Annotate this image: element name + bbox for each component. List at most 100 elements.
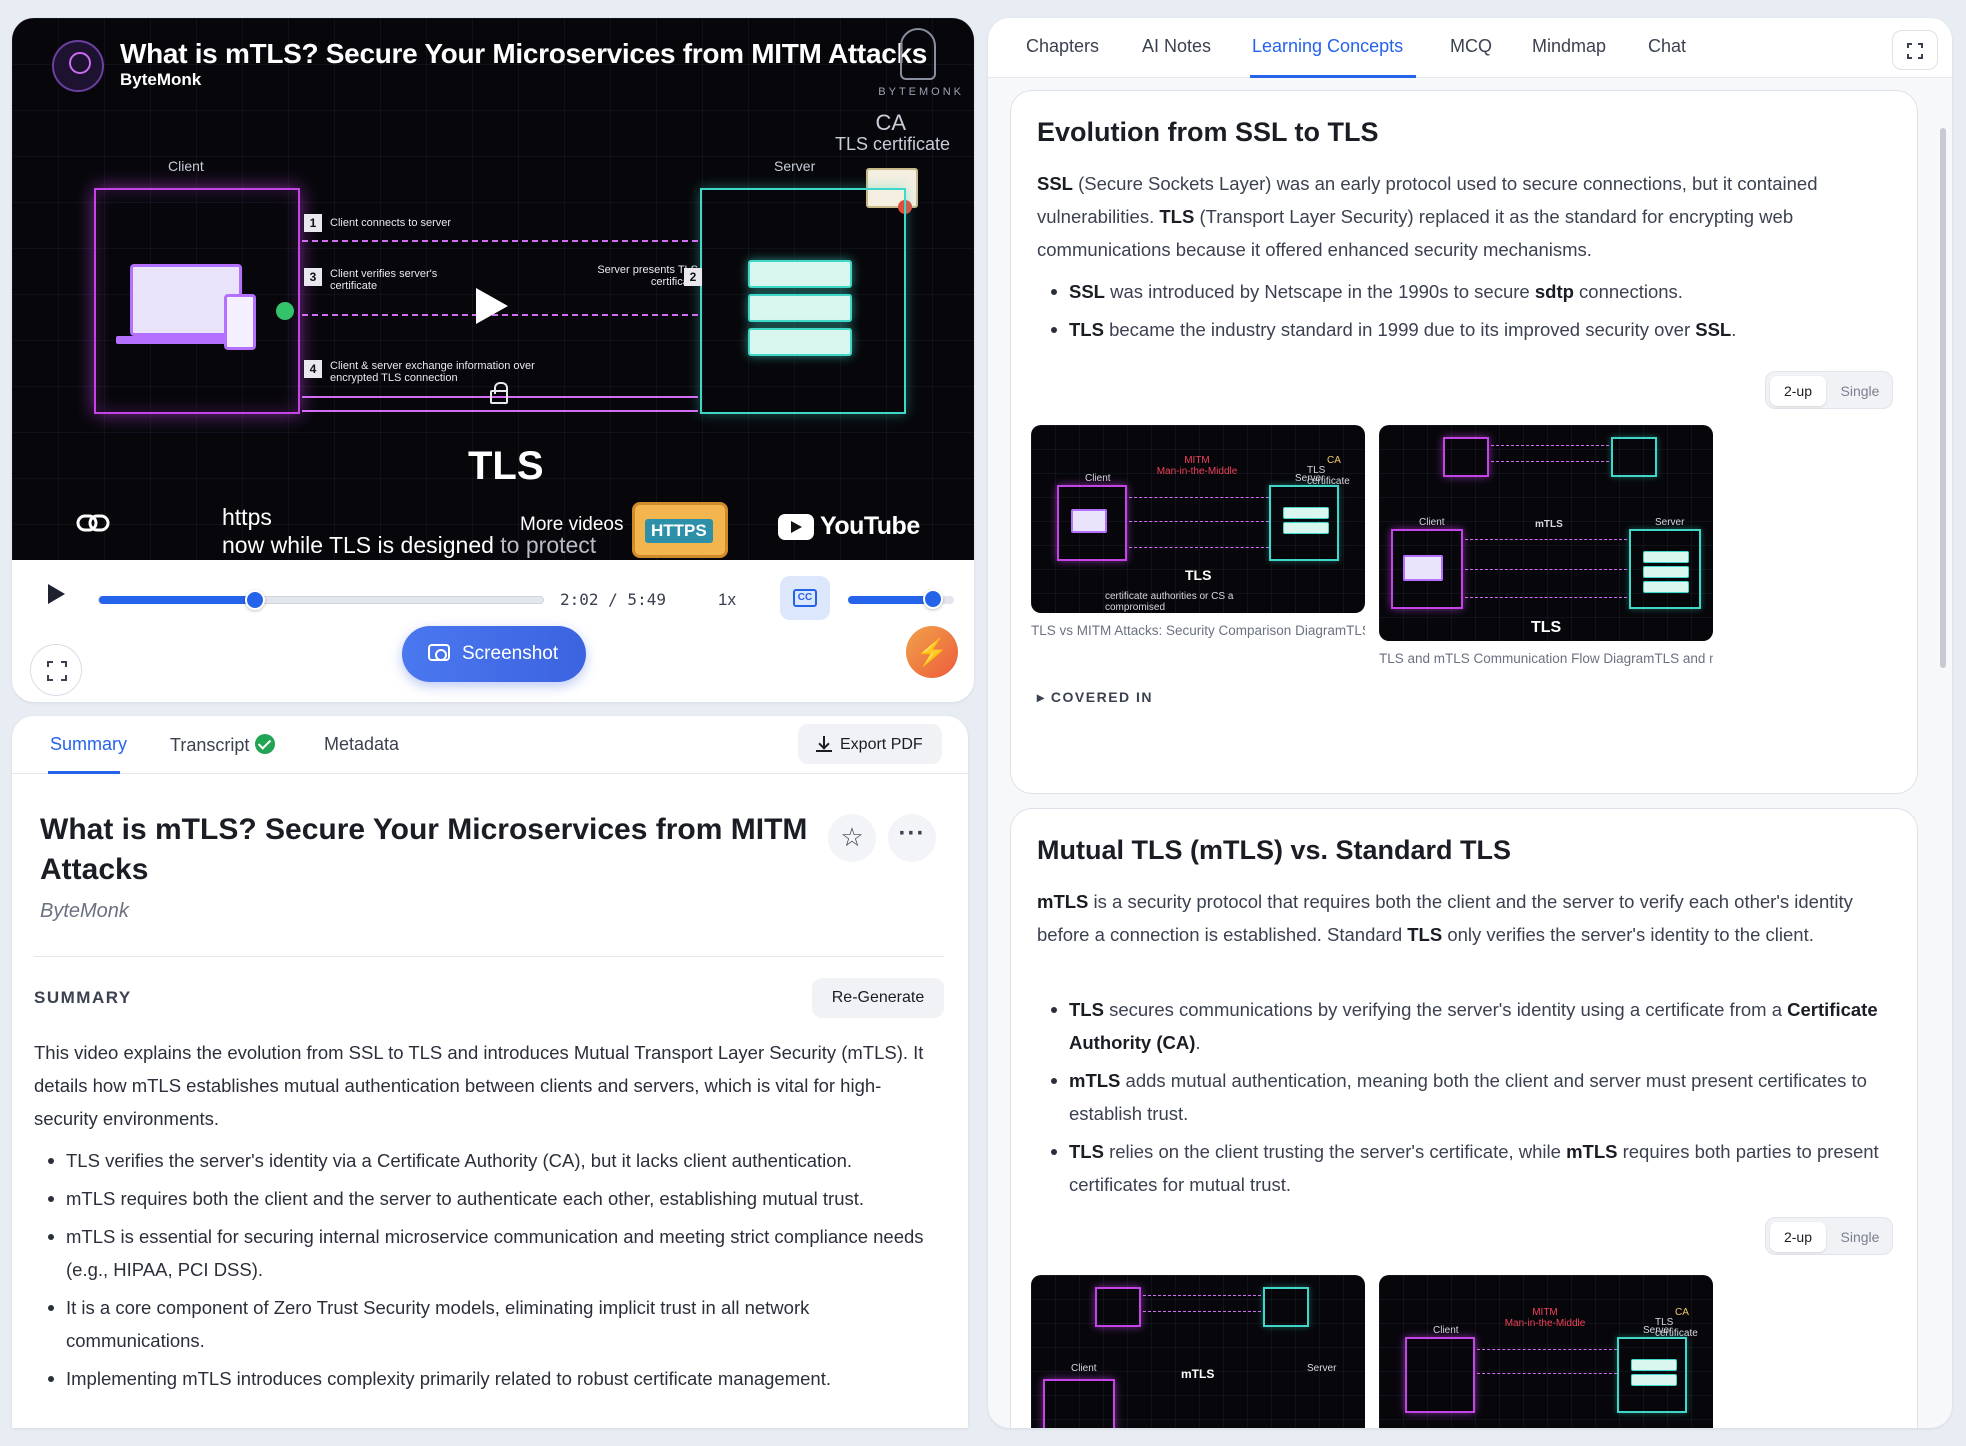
screenshot-button[interactable]: Screenshot: [402, 626, 586, 682]
list-item: SSL was introduced by Netscape in the 19…: [1037, 275, 1899, 308]
thumb-red-title: MITM Man-in-the-Middle: [1147, 455, 1247, 477]
tab-learning-concepts[interactable]: Learning Concepts: [1252, 36, 1403, 57]
video-frame[interactable]: What is mTLS? Secure Your Microservices …: [12, 18, 974, 560]
video-center-label: TLS: [468, 444, 544, 488]
tab-ai-notes[interactable]: AI Notes: [1142, 36, 1211, 57]
toggle-2up[interactable]: 2-up: [1770, 376, 1826, 406]
expand-button[interactable]: [1892, 30, 1938, 70]
thumbnail-caption: TLS vs MITM Attacks: Security Comparison…: [1031, 623, 1365, 638]
list-item: TLS verifies the server's identity via a…: [34, 1144, 950, 1177]
term: TLS: [1069, 999, 1104, 1020]
star-icon[interactable]: ☆: [828, 814, 876, 862]
toggle-2up[interactable]: 2-up: [1770, 1222, 1826, 1252]
tab-chapters[interactable]: Chapters: [1026, 36, 1099, 57]
seek-bar[interactable]: [98, 590, 544, 610]
more-options-icon[interactable]: ···: [888, 814, 936, 862]
thumb-center-label: TLS: [1531, 619, 1562, 636]
text: only verifies the server's identity to t…: [1442, 924, 1814, 945]
phone-icon: [224, 294, 256, 350]
text: secures communications by verifying the …: [1103, 999, 1788, 1020]
term: mTLS: [1069, 1070, 1121, 1091]
play-button[interactable]: [48, 584, 65, 604]
fullscreen-icon: [45, 659, 69, 683]
step-1-text: Client connects to server: [330, 216, 452, 229]
tab-metadata[interactable]: Metadata: [324, 734, 399, 755]
thumb-laptop-icon: [1071, 509, 1107, 533]
thumb-laptop-icon: [1403, 555, 1443, 581]
video-channel-name[interactable]: ByteMonk: [120, 70, 201, 90]
term: mTLS: [1566, 1141, 1618, 1162]
thumb-arrow: [1465, 597, 1627, 598]
list-item: mTLS requires both the client and the se…: [34, 1182, 950, 1215]
thumb-server-icon: [1643, 551, 1689, 596]
list-item: TLS secures communications by verifying …: [1037, 993, 1899, 1059]
layout-toggle: 2-up Single: [1765, 1217, 1893, 1255]
thumb-arrow: [1477, 1349, 1617, 1350]
list-item: TLS became the industry standard in 1999…: [1037, 313, 1899, 346]
text: .: [1731, 319, 1737, 340]
video-brand-watermark: BYTEMONK: [878, 86, 964, 98]
tab-summary[interactable]: Summary: [50, 734, 127, 755]
step-4: 4 Client & server exchange information ov…: [304, 360, 564, 384]
channel-avatar[interactable]: [52, 40, 104, 92]
camera-icon: [428, 644, 450, 661]
concept-thumbnail[interactable]: mTLS Client Server TLS: [1379, 425, 1713, 641]
active-tab-indicator: [48, 771, 120, 774]
https-badge: HTTPS: [645, 519, 713, 543]
youtube-icon[interactable]: [778, 514, 814, 540]
text: adds mutual authentication, meaning both…: [1069, 1070, 1867, 1124]
subtitle-line-1: https: [222, 504, 272, 530]
tab-chat[interactable]: Chat: [1648, 36, 1686, 57]
summary-card: Summary Transcript Metadata Export PDF W…: [12, 716, 968, 1428]
thumb-center-label: mTLS: [1181, 1367, 1215, 1381]
link-icon[interactable]: [76, 512, 110, 534]
regenerate-button[interactable]: Re-Generate: [812, 978, 944, 1018]
more-videos-link[interactable]: More videos: [520, 514, 624, 536]
play-overlay-icon[interactable]: [476, 288, 508, 324]
https-video-thumbnail[interactable]: HTTPS: [632, 502, 728, 558]
step-4-text: Client & server exchange information ove…: [330, 360, 535, 384]
thumb-client: Client: [1085, 473, 1111, 484]
toggle-single[interactable]: Single: [1832, 1222, 1888, 1252]
thumb-arrow: [1143, 1295, 1261, 1296]
concept-thumbnail[interactable]: MITM Man-in-the-Middle CA TLS certificate…: [1379, 1275, 1713, 1428]
concept-thumbnail[interactable]: Client Server mTLS: [1031, 1275, 1365, 1428]
bolt-icon[interactable]: ⚡: [906, 626, 958, 678]
thumb-arrow: [1477, 1373, 1617, 1374]
video-title[interactable]: What is mTLS? Secure Your Microservices …: [120, 38, 927, 70]
volume-slider-thumb[interactable]: [922, 589, 943, 609]
tab-mindmap[interactable]: Mindmap: [1532, 36, 1606, 57]
export-pdf-button[interactable]: Export PDF: [798, 724, 942, 764]
step-1-number: 1: [304, 214, 322, 232]
toggle-single[interactable]: Single: [1832, 376, 1888, 406]
playback-speed-button[interactable]: 1x: [718, 590, 736, 610]
concept-paragraph: mTLS is a security protocol that require…: [1037, 885, 1899, 951]
tab-transcript[interactable]: Transcript: [170, 734, 276, 756]
video-player-card: What is mTLS? Secure Your Microservices …: [12, 18, 974, 702]
youtube-wordmark[interactable]: YouTube: [820, 512, 920, 541]
thumb-arrow: [1465, 539, 1627, 540]
volume-slider[interactable]: [848, 589, 954, 609]
list-item: mTLS is essential for securing internal …: [34, 1220, 950, 1286]
client-label: Client: [168, 158, 204, 174]
tab-transcript-label: Transcript: [170, 735, 250, 755]
volume-slider-fill: [848, 596, 933, 604]
concept-card-mtls: Mutual TLS (mTLS) vs. Standard TLS mTLS …: [1010, 808, 1918, 1428]
fullscreen-button[interactable]: [30, 644, 82, 696]
step-4-number: 4: [304, 360, 322, 378]
concept-paragraph: SSL (Secure Sockets Layer) was an early …: [1037, 167, 1899, 266]
seek-bar-thumb[interactable]: [245, 590, 266, 610]
concept-thumbnail[interactable]: MITM Man-in-the-Middle CA TLS certificate…: [1031, 425, 1365, 613]
ca-label: CA: [875, 110, 906, 135]
thumb-arrow: [1143, 1311, 1261, 1312]
thumb-server-icon: [1631, 1359, 1677, 1389]
scrollbar[interactable]: [1940, 128, 1946, 668]
divider: [34, 956, 944, 957]
covered-in-toggle[interactable]: ▸ COVERED IN: [1037, 689, 1153, 706]
step-2: Server presents TLS certificate: [588, 264, 698, 288]
thumb-arrow: [1129, 521, 1269, 522]
captions-button[interactable]: CC: [780, 576, 830, 620]
export-pdf-label: Export PDF: [840, 736, 923, 753]
tab-mcq[interactable]: MCQ: [1450, 36, 1492, 57]
term: SSL: [1037, 173, 1073, 194]
